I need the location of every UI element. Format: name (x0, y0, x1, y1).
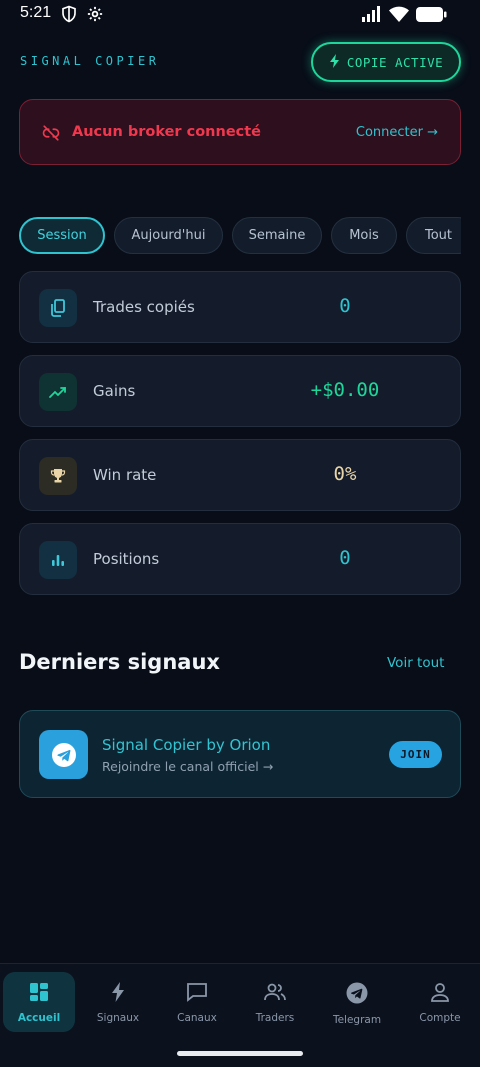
nav-item-canaux[interactable]: Canaux (157, 972, 237, 1032)
period-tabs: Session Aujourd'hui Semaine Mois Tout (19, 217, 461, 254)
tab-session[interactable]: Session (19, 217, 105, 254)
stat-card-positions: Positions 0 (19, 523, 461, 595)
nav-item-accueil[interactable]: Accueil (3, 972, 75, 1032)
chat-bubble-icon (186, 982, 208, 1006)
see-all-link[interactable]: Voir tout (387, 655, 444, 671)
nav-label: Compte (419, 1012, 461, 1024)
stat-value: 0 (339, 295, 351, 317)
tab-month[interactable]: Mois (331, 217, 397, 254)
connect-broker-link[interactable]: Connecter → (356, 125, 438, 140)
section-title: Derniers signaux (19, 650, 220, 674)
nav-label: Traders (255, 1012, 295, 1024)
channel-subtitle: Rejoindre le canal officiel → (102, 759, 274, 774)
nav-label: Signaux (96, 1012, 140, 1024)
home-indicator[interactable] (177, 1051, 303, 1056)
user-icon (430, 982, 450, 1006)
users-icon (263, 982, 287, 1006)
app-header: SIGNAL COPIER COPIE ACTIVE (0, 42, 480, 82)
stat-card-win-rate: Win rate 0% (19, 439, 461, 511)
tab-week[interactable]: Semaine (232, 217, 322, 254)
stat-label: Trades copiés (93, 298, 195, 316)
battery-icon (415, 6, 447, 27)
stat-value: +$0.00 (310, 379, 380, 401)
stat-label: Gains (93, 382, 136, 400)
stat-label: Win rate (93, 466, 157, 484)
copy-icon (39, 289, 77, 327)
status-bar: 5:21 (0, 0, 480, 30)
nav-label: Accueil (17, 1012, 61, 1024)
telegram-channel-card[interactable]: Signal Copier by Orion Rejoindre le cana… (19, 710, 461, 798)
broker-warning-banner: Aucun broker connecté Connecter → (19, 99, 461, 165)
copie-active-label: COPIE ACTIVE (346, 54, 444, 70)
telegram-icon (39, 730, 88, 779)
nav-item-signaux[interactable]: Signaux (78, 972, 158, 1032)
broker-status-message: Aucun broker connecté (72, 124, 262, 140)
stat-value: 0 (339, 547, 351, 569)
lightning-icon (329, 53, 341, 71)
tab-today[interactable]: Aujourd'hui (114, 217, 223, 254)
wifi-icon (388, 5, 410, 27)
app-title: SIGNAL COPIER (20, 54, 160, 68)
channel-title: Signal Copier by Orion (102, 736, 271, 754)
bar-chart-icon (39, 541, 77, 579)
telegram-icon (346, 982, 368, 1008)
stat-card-trades: Trades copiés 0 (19, 271, 461, 343)
nav-label: Canaux (177, 1012, 217, 1024)
stat-card-gains: Gains +$0.00 (19, 355, 461, 427)
link-off-icon (42, 124, 60, 146)
trending-up-icon (39, 373, 77, 411)
status-time: 5:21 (20, 4, 52, 21)
nav-label: Telegram (332, 1014, 382, 1026)
tab-all[interactable]: Tout (406, 217, 461, 254)
cellular-signal-icon (361, 5, 383, 27)
nav-item-traders[interactable]: Traders (235, 972, 315, 1032)
dashboard-icon (29, 982, 49, 1006)
trophy-icon (39, 457, 77, 495)
shield-icon (60, 5, 78, 27)
join-button[interactable]: JOIN (389, 741, 442, 768)
settings-gear-icon (86, 5, 104, 27)
nav-item-compte[interactable]: Compte (400, 972, 480, 1032)
lightning-icon (111, 982, 125, 1006)
copie-active-button[interactable]: COPIE ACTIVE (311, 42, 461, 82)
nav-item-telegram[interactable]: Telegram (317, 972, 397, 1032)
stat-label: Positions (93, 550, 160, 568)
stat-value: 0% (333, 463, 357, 485)
